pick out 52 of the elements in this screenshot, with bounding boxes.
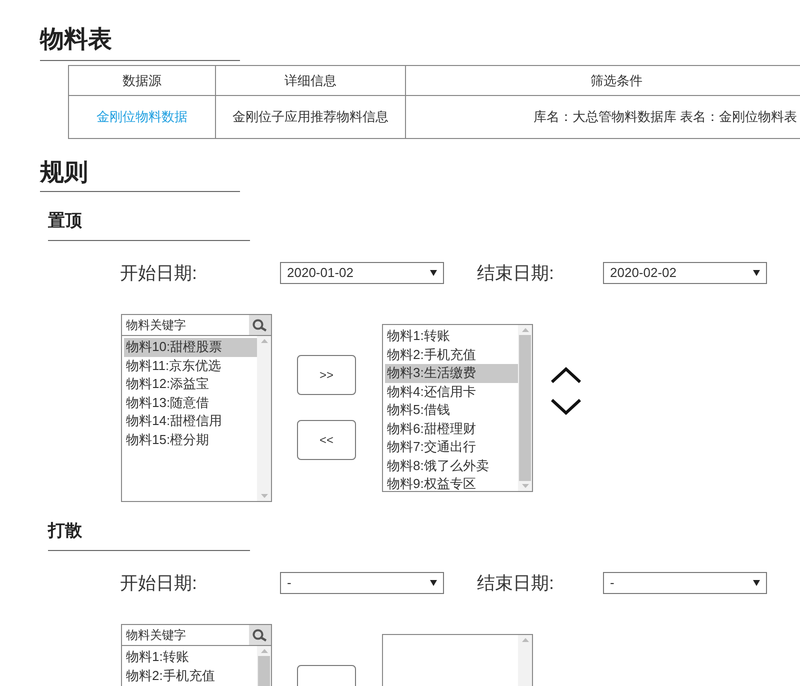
move-button[interactable]: <<: [297, 420, 356, 460]
page-title: 物料表: [40, 26, 112, 53]
dropdown-caret-icon: [430, 580, 437, 586]
list-item[interactable]: 物料7:交通出行: [385, 438, 518, 456]
field-label: 结束日期:: [477, 262, 556, 284]
list-item[interactable]: 物料5:借钱: [385, 401, 518, 420]
chevron-down-icon[interactable]: [550, 398, 582, 416]
dropdown-caret-icon: [753, 580, 760, 586]
column-header: 数据源: [68, 66, 216, 96]
field-label: 结束日期:: [477, 572, 556, 594]
table-cell: 金刚位子应用推荐物料信息: [216, 96, 406, 138]
section-title: 规则: [40, 159, 88, 186]
scroll-up-icon[interactable]: [260, 339, 268, 343]
date-select[interactable]: -: [280, 572, 444, 594]
scroll-down-icon[interactable]: [260, 494, 268, 498]
chevron-up-icon[interactable]: [550, 366, 582, 384]
list-item[interactable]: 物料6:甜橙理财: [385, 420, 518, 438]
list-item[interactable]: 物料11:京东优选: [124, 356, 257, 375]
list-item[interactable]: 物料10:甜橙股票: [124, 338, 257, 356]
move-button[interactable]: >>: [297, 355, 356, 395]
list-item[interactable]: 物料9:权益专区: [385, 475, 518, 494]
list-item[interactable]: 物料1:转账: [385, 327, 518, 346]
date-select[interactable]: -: [603, 572, 767, 594]
list-item[interactable]: 物料1:转账: [124, 648, 257, 666]
search-icon[interactable]: [252, 628, 268, 642]
dropdown-caret-icon: [753, 270, 760, 276]
field-label: 开始日期:: [120, 572, 198, 594]
date-select[interactable]: 2020-01-02: [280, 262, 444, 284]
scroll-down-icon[interactable]: [522, 484, 528, 488]
list-item[interactable]: 物料13:随意借: [124, 394, 257, 412]
list-item[interactable]: 物料2:手机充值: [124, 666, 257, 685]
column-header: 详细信息: [216, 66, 406, 96]
scroll-up-icon[interactable]: [260, 649, 268, 653]
column-header: 筛选条件: [406, 66, 800, 96]
subsection-title: 置顶: [48, 211, 82, 230]
search-field[interactable]: 物料关键字: [122, 315, 249, 335]
search-field[interactable]: 物料关键字: [122, 625, 249, 645]
subsection-title: 打散: [48, 521, 82, 540]
scroll-up-icon[interactable]: [522, 638, 528, 642]
list-item[interactable]: 物料12:添益宝: [124, 375, 257, 394]
list-item[interactable]: 物料15:橙分期: [124, 430, 257, 449]
list-item[interactable]: 物料4:还信用卡: [385, 382, 518, 401]
list-item[interactable]: 物料2:手机充值: [385, 346, 518, 364]
list-item[interactable]: 物料3:生活缴费: [385, 364, 518, 382]
date-select[interactable]: 2020-02-02: [603, 262, 767, 284]
scrollbar-thumb[interactable]: [519, 335, 531, 481]
search-icon[interactable]: [252, 318, 268, 332]
list-item[interactable]: 物料14:甜橙信用: [124, 412, 257, 430]
scroll-up-icon[interactable]: [522, 328, 528, 332]
field-label: 开始日期:: [120, 262, 198, 284]
dropdown-caret-icon: [430, 270, 437, 276]
list-item[interactable]: 物料8:饿了么外卖: [385, 456, 518, 475]
